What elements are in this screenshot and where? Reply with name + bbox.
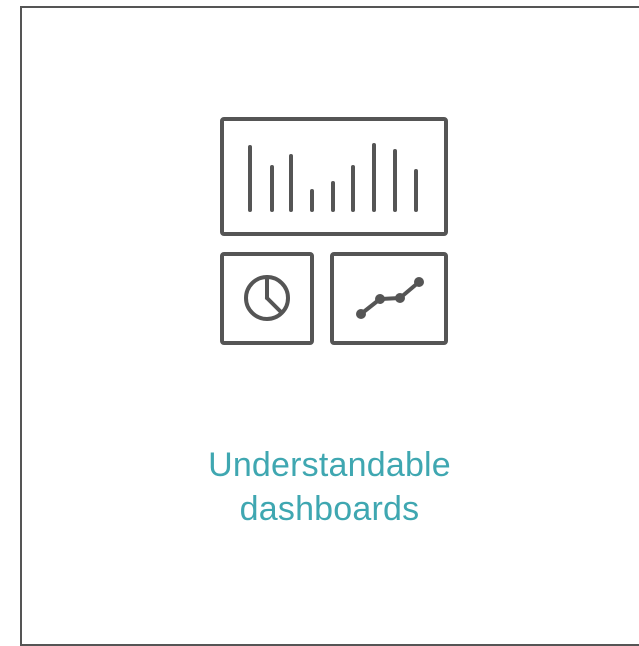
dashboard-icon: [218, 115, 451, 347]
feature-title-line2: dashboards: [239, 490, 420, 528]
feature-title-line1: Understandable: [208, 446, 451, 484]
feature-title: Understandable dashboards: [20, 443, 639, 531]
